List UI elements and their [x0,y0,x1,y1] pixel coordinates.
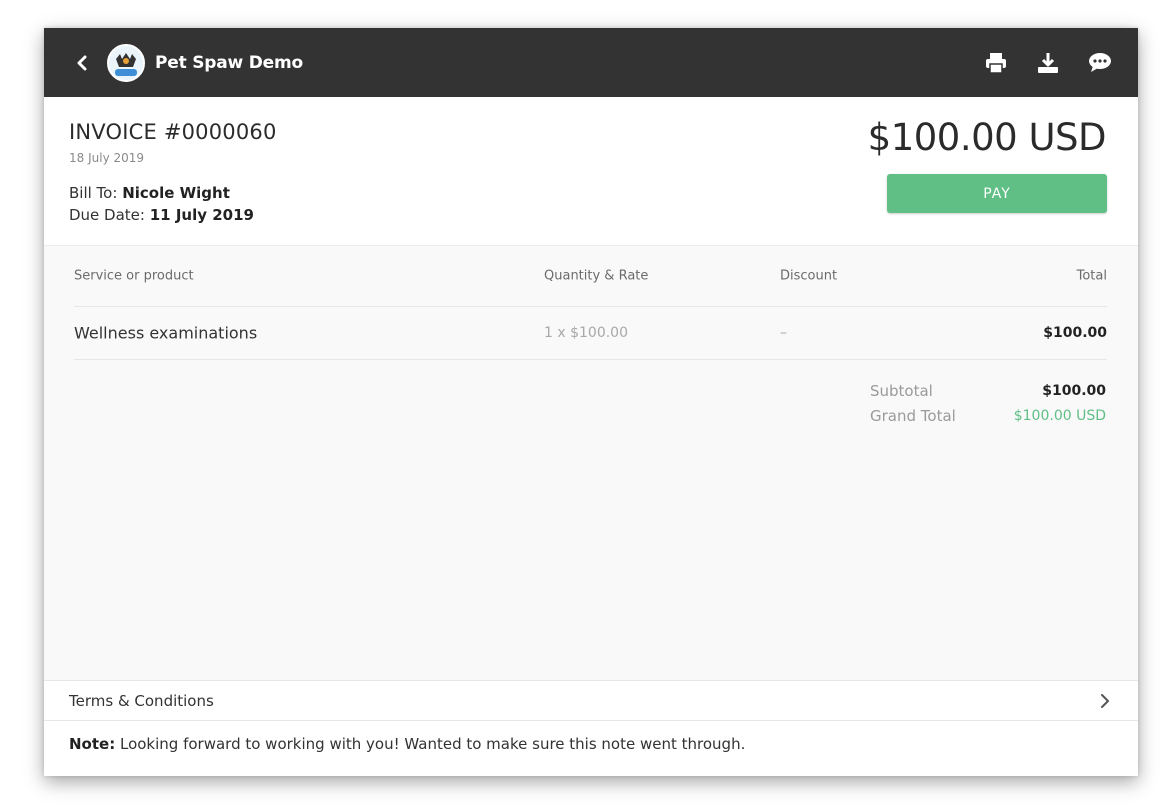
chat-icon[interactable] [1088,51,1112,75]
terms-label: Terms & Conditions [69,691,214,710]
back-icon[interactable] [74,53,90,73]
top-bar: Pet Spaw Demo [44,28,1138,97]
due-date-value: 11 July 2019 [149,206,254,224]
row-discount: – [780,325,787,341]
table-header: Service or product Quantity & Rate Disco… [74,246,1107,307]
header-service: Service or product [74,268,194,284]
header-quantity-rate: Quantity & Rate [544,268,649,284]
print-icon[interactable] [984,51,1008,75]
row-service: Wellness examinations [74,323,258,343]
download-icon[interactable] [1036,51,1060,75]
app-title: Pet Spaw Demo [155,52,303,73]
row-total: $100.00 [1043,325,1107,341]
pay-button[interactable]: PAY [887,174,1107,213]
totals-block: Subtotal $100.00 Grand Total $100.00 USD [870,378,1106,428]
chevron-right-icon [1098,693,1112,708]
invoice-amount: $100.00 USD [867,116,1107,159]
header-discount: Discount [780,268,838,284]
terms-and-conditions[interactable]: Terms & Conditions [44,680,1138,721]
bill-to-label: Bill To: [69,184,118,202]
grand-total-value: $100.00 USD [1013,407,1106,424]
invoice-date: 18 July 2019 [69,151,145,165]
due-date-label: Due Date: [69,206,145,224]
grand-total-label: Grand Total [870,406,956,425]
company-logo [107,43,145,82]
invoice-header: INVOICE #0000060 18 July 2019 Bill To: N… [44,97,1138,246]
note-label: Note: [69,735,116,753]
due-date: Due Date: 11 July 2019 [69,206,254,224]
subtotal-label: Subtotal [870,381,933,400]
note-text: Looking forward to working with you! Wan… [119,735,746,753]
bill-to: Bill To: Nicole Wight [69,184,230,202]
invoice-card: Pet Spaw Demo INVOICE #0000060 18 July 2… [44,28,1138,776]
subtotal-value: $100.00 [1042,382,1106,399]
table-row: Wellness examinations 1 x $100.00 – $100… [74,307,1107,360]
line-items-section: Service or product Quantity & Rate Disco… [44,246,1138,680]
bill-to-name: Nicole Wight [122,184,230,202]
row-quantity-rate: 1 x $100.00 [544,325,628,341]
invoice-number: INVOICE #0000060 [69,120,277,144]
invoice-note: Note: Looking forward to working with yo… [44,721,1138,775]
header-total: Total [1076,268,1107,284]
